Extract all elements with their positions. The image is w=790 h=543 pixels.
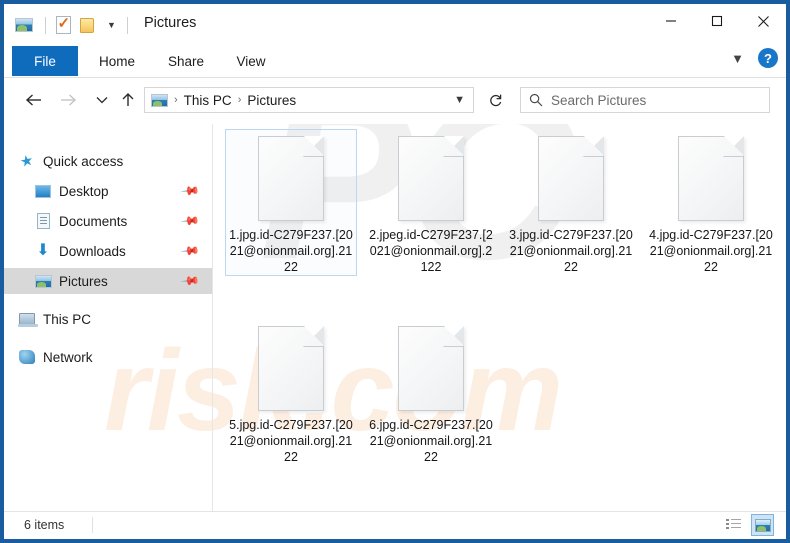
pictures-icon bbox=[34, 272, 52, 290]
caret-down-icon[interactable]: ▼ bbox=[107, 20, 116, 30]
close-icon[interactable] bbox=[740, 4, 786, 38]
this-pc-icon bbox=[18, 310, 38, 328]
blank-document-icon bbox=[398, 136, 464, 221]
sidebar-label-documents: Documents bbox=[59, 213, 128, 229]
sidebar-item-this-pc[interactable]: This PC bbox=[4, 306, 212, 332]
back-button[interactable] bbox=[20, 86, 48, 114]
blank-document-icon bbox=[398, 326, 464, 411]
refresh-button[interactable] bbox=[482, 87, 508, 113]
window-controls bbox=[648, 4, 786, 38]
large-icons-view-button[interactable] bbox=[751, 514, 774, 536]
breadcrumb-separator-1: › bbox=[174, 94, 178, 106]
sidebar-label-downloads: Downloads bbox=[59, 243, 126, 259]
details-view-icon bbox=[726, 519, 741, 531]
navigation-pane: ★ Quick access Desktop 📌 Documents 📌 ⬇ D… bbox=[4, 124, 212, 512]
sidebar-label-desktop: Desktop bbox=[59, 183, 109, 199]
status-divider bbox=[92, 517, 93, 533]
pin-icon-documents[interactable]: 📌 bbox=[180, 211, 200, 231]
up-button[interactable] bbox=[114, 86, 142, 114]
sidebar-item-downloads[interactable]: ⬇ Downloads 📌 bbox=[4, 238, 212, 264]
tab-home[interactable]: Home bbox=[86, 46, 148, 76]
window-title: Pictures bbox=[144, 15, 197, 31]
address-bar[interactable]: › This PC › Pictures ▼ bbox=[144, 87, 474, 113]
ribbon-right-controls: ▼ ? bbox=[731, 48, 778, 68]
file-item-6[interactable]: 6.jpg.id-C279F237.[2021@onionmail.org].2… bbox=[365, 319, 497, 466]
tab-share[interactable]: Share bbox=[156, 46, 216, 76]
sidebar-item-documents[interactable]: Documents 📌 bbox=[4, 208, 212, 234]
downloads-icon: ⬇ bbox=[36, 242, 50, 259]
file-list-pane[interactable]: 1.jpg.id-C279F237.[2021@onionmail.org].2… bbox=[213, 124, 786, 512]
breadcrumb-item-pictures[interactable]: Pictures bbox=[245, 93, 298, 108]
sidebar-item-pictures[interactable]: Pictures 📌 bbox=[4, 268, 212, 294]
help-button[interactable]: ? bbox=[758, 48, 778, 68]
file-item-4[interactable]: 4.jpg.id-C279F237.[2021@onionmail.org].2… bbox=[645, 129, 777, 276]
properties-check-icon[interactable] bbox=[53, 14, 73, 35]
network-icon bbox=[18, 348, 36, 366]
file-name-2: 2.jpeg.id-C279F237.[2021@onionmail.org].… bbox=[369, 228, 493, 274]
recent-locations-button[interactable] bbox=[88, 86, 116, 114]
folder-icon[interactable] bbox=[77, 15, 97, 35]
address-dropdown-icon[interactable]: ▼ bbox=[454, 94, 465, 106]
file-name-6: 6.jpg.id-C279F237.[2021@onionmail.org].2… bbox=[369, 418, 493, 464]
pictures-icon[interactable] bbox=[14, 15, 34, 35]
address-bar-row: › This PC › Pictures ▼ Search Pictures bbox=[4, 78, 786, 124]
star-icon: ★ bbox=[18, 151, 36, 172]
minimize-icon[interactable] bbox=[648, 4, 694, 38]
sidebar-item-desktop[interactable]: Desktop 📌 bbox=[4, 178, 212, 204]
explorer-body: ★ Quick access Desktop 📌 Documents 📌 ⬇ D… bbox=[4, 124, 786, 512]
ribbon-tab-bar: File Home Share View ▼ ? bbox=[4, 44, 786, 78]
quick-access-toolbar: ▼ bbox=[14, 13, 135, 37]
pin-icon-downloads[interactable]: 📌 bbox=[180, 241, 200, 261]
title-bar: ▼ Pictures bbox=[4, 4, 786, 44]
pin-icon-desktop[interactable]: 📌 bbox=[180, 181, 200, 201]
file-item-3[interactable]: 3.jpg.id-C279F237.[2021@onionmail.org].2… bbox=[505, 129, 637, 276]
file-item-5[interactable]: 5.jpg.id-C279F237.[2021@onionmail.org].2… bbox=[225, 319, 357, 466]
details-view-button[interactable] bbox=[722, 514, 745, 536]
sidebar-label-quick-access: Quick access bbox=[43, 153, 124, 169]
breadcrumb-item-this-pc[interactable]: This PC bbox=[182, 93, 234, 108]
sidebar-item-quick-access[interactable]: ★ Quick access bbox=[4, 148, 212, 174]
file-name-1: 1.jpg.id-C279F237.[2021@onionmail.org].2… bbox=[229, 228, 353, 274]
file-name-4: 4.jpg.id-C279F237.[2021@onionmail.org].2… bbox=[649, 228, 773, 274]
sidebar-label-pictures: Pictures bbox=[59, 273, 108, 289]
forward-button[interactable] bbox=[54, 86, 82, 114]
file-name-5: 5.jpg.id-C279F237.[2021@onionmail.org].2… bbox=[229, 418, 353, 464]
breadcrumb-separator-2: › bbox=[237, 94, 242, 106]
blank-document-icon bbox=[258, 136, 324, 221]
view-toggle-group bbox=[722, 514, 774, 536]
file-item-2[interactable]: 2.jpeg.id-C279F237.[2021@onionmail.org].… bbox=[365, 129, 497, 276]
documents-icon bbox=[34, 212, 52, 230]
breadcrumb-pictures-icon bbox=[150, 91, 168, 109]
sidebar-label-this-pc: This PC bbox=[43, 311, 92, 327]
large-icons-view-icon bbox=[754, 518, 771, 532]
toolbar-divider-2 bbox=[126, 16, 128, 34]
blank-document-icon bbox=[258, 326, 324, 411]
status-bar: 6 items bbox=[4, 511, 786, 539]
tab-view[interactable]: View bbox=[224, 46, 278, 76]
tab-file[interactable]: File bbox=[12, 46, 78, 76]
search-input[interactable]: Search Pictures bbox=[520, 87, 770, 113]
chevron-down-icon[interactable]: ▼ bbox=[731, 52, 744, 65]
blank-document-icon bbox=[678, 136, 744, 221]
pin-icon-pictures[interactable]: 📌 bbox=[180, 271, 200, 291]
file-explorer-window: PC risk.com ▼ Pictures File Home bbox=[0, 0, 790, 543]
maximize-icon[interactable] bbox=[694, 4, 740, 38]
toolbar-divider bbox=[45, 16, 46, 34]
file-name-3: 3.jpg.id-C279F237.[2021@onionmail.org].2… bbox=[509, 228, 633, 274]
item-count-label: 6 items bbox=[24, 518, 65, 532]
blank-document-icon bbox=[538, 136, 604, 221]
search-icon bbox=[529, 93, 543, 107]
search-placeholder: Search Pictures bbox=[551, 92, 647, 108]
file-item-1[interactable]: 1.jpg.id-C279F237.[2021@onionmail.org].2… bbox=[225, 129, 357, 276]
sidebar-label-network: Network bbox=[43, 349, 93, 365]
desktop-icon bbox=[34, 182, 52, 200]
sidebar-item-network[interactable]: Network bbox=[4, 344, 212, 370]
